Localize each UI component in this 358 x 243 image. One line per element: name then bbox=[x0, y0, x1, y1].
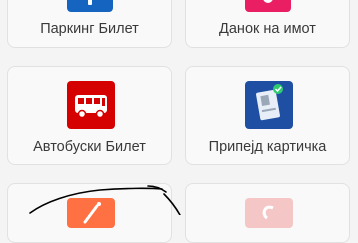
tile-label: Припејд картичка bbox=[208, 139, 327, 155]
tile-bus-ticket[interactable]: Автобуски Билет bbox=[7, 66, 172, 165]
partial-icon bbox=[245, 198, 293, 228]
tile-partial-left[interactable] bbox=[7, 183, 172, 243]
tile-prepaid-card[interactable]: Припејд картичка bbox=[185, 66, 350, 165]
property-tax-icon bbox=[245, 0, 291, 12]
parking-icon bbox=[67, 0, 113, 12]
magic-wand-icon bbox=[67, 198, 115, 228]
tile-label: Данок на имот bbox=[219, 21, 316, 37]
prepaid-card-icon bbox=[245, 81, 293, 129]
tile-label: Автобуски Билет bbox=[33, 139, 146, 155]
tile-partial-right[interactable] bbox=[185, 183, 350, 243]
tile-property-tax[interactable]: Данок на имот bbox=[185, 0, 350, 48]
tile-parking-ticket[interactable]: Паркинг Билет bbox=[7, 0, 172, 48]
bus-icon bbox=[67, 81, 115, 129]
tile-label: Паркинг Билет bbox=[40, 21, 139, 37]
